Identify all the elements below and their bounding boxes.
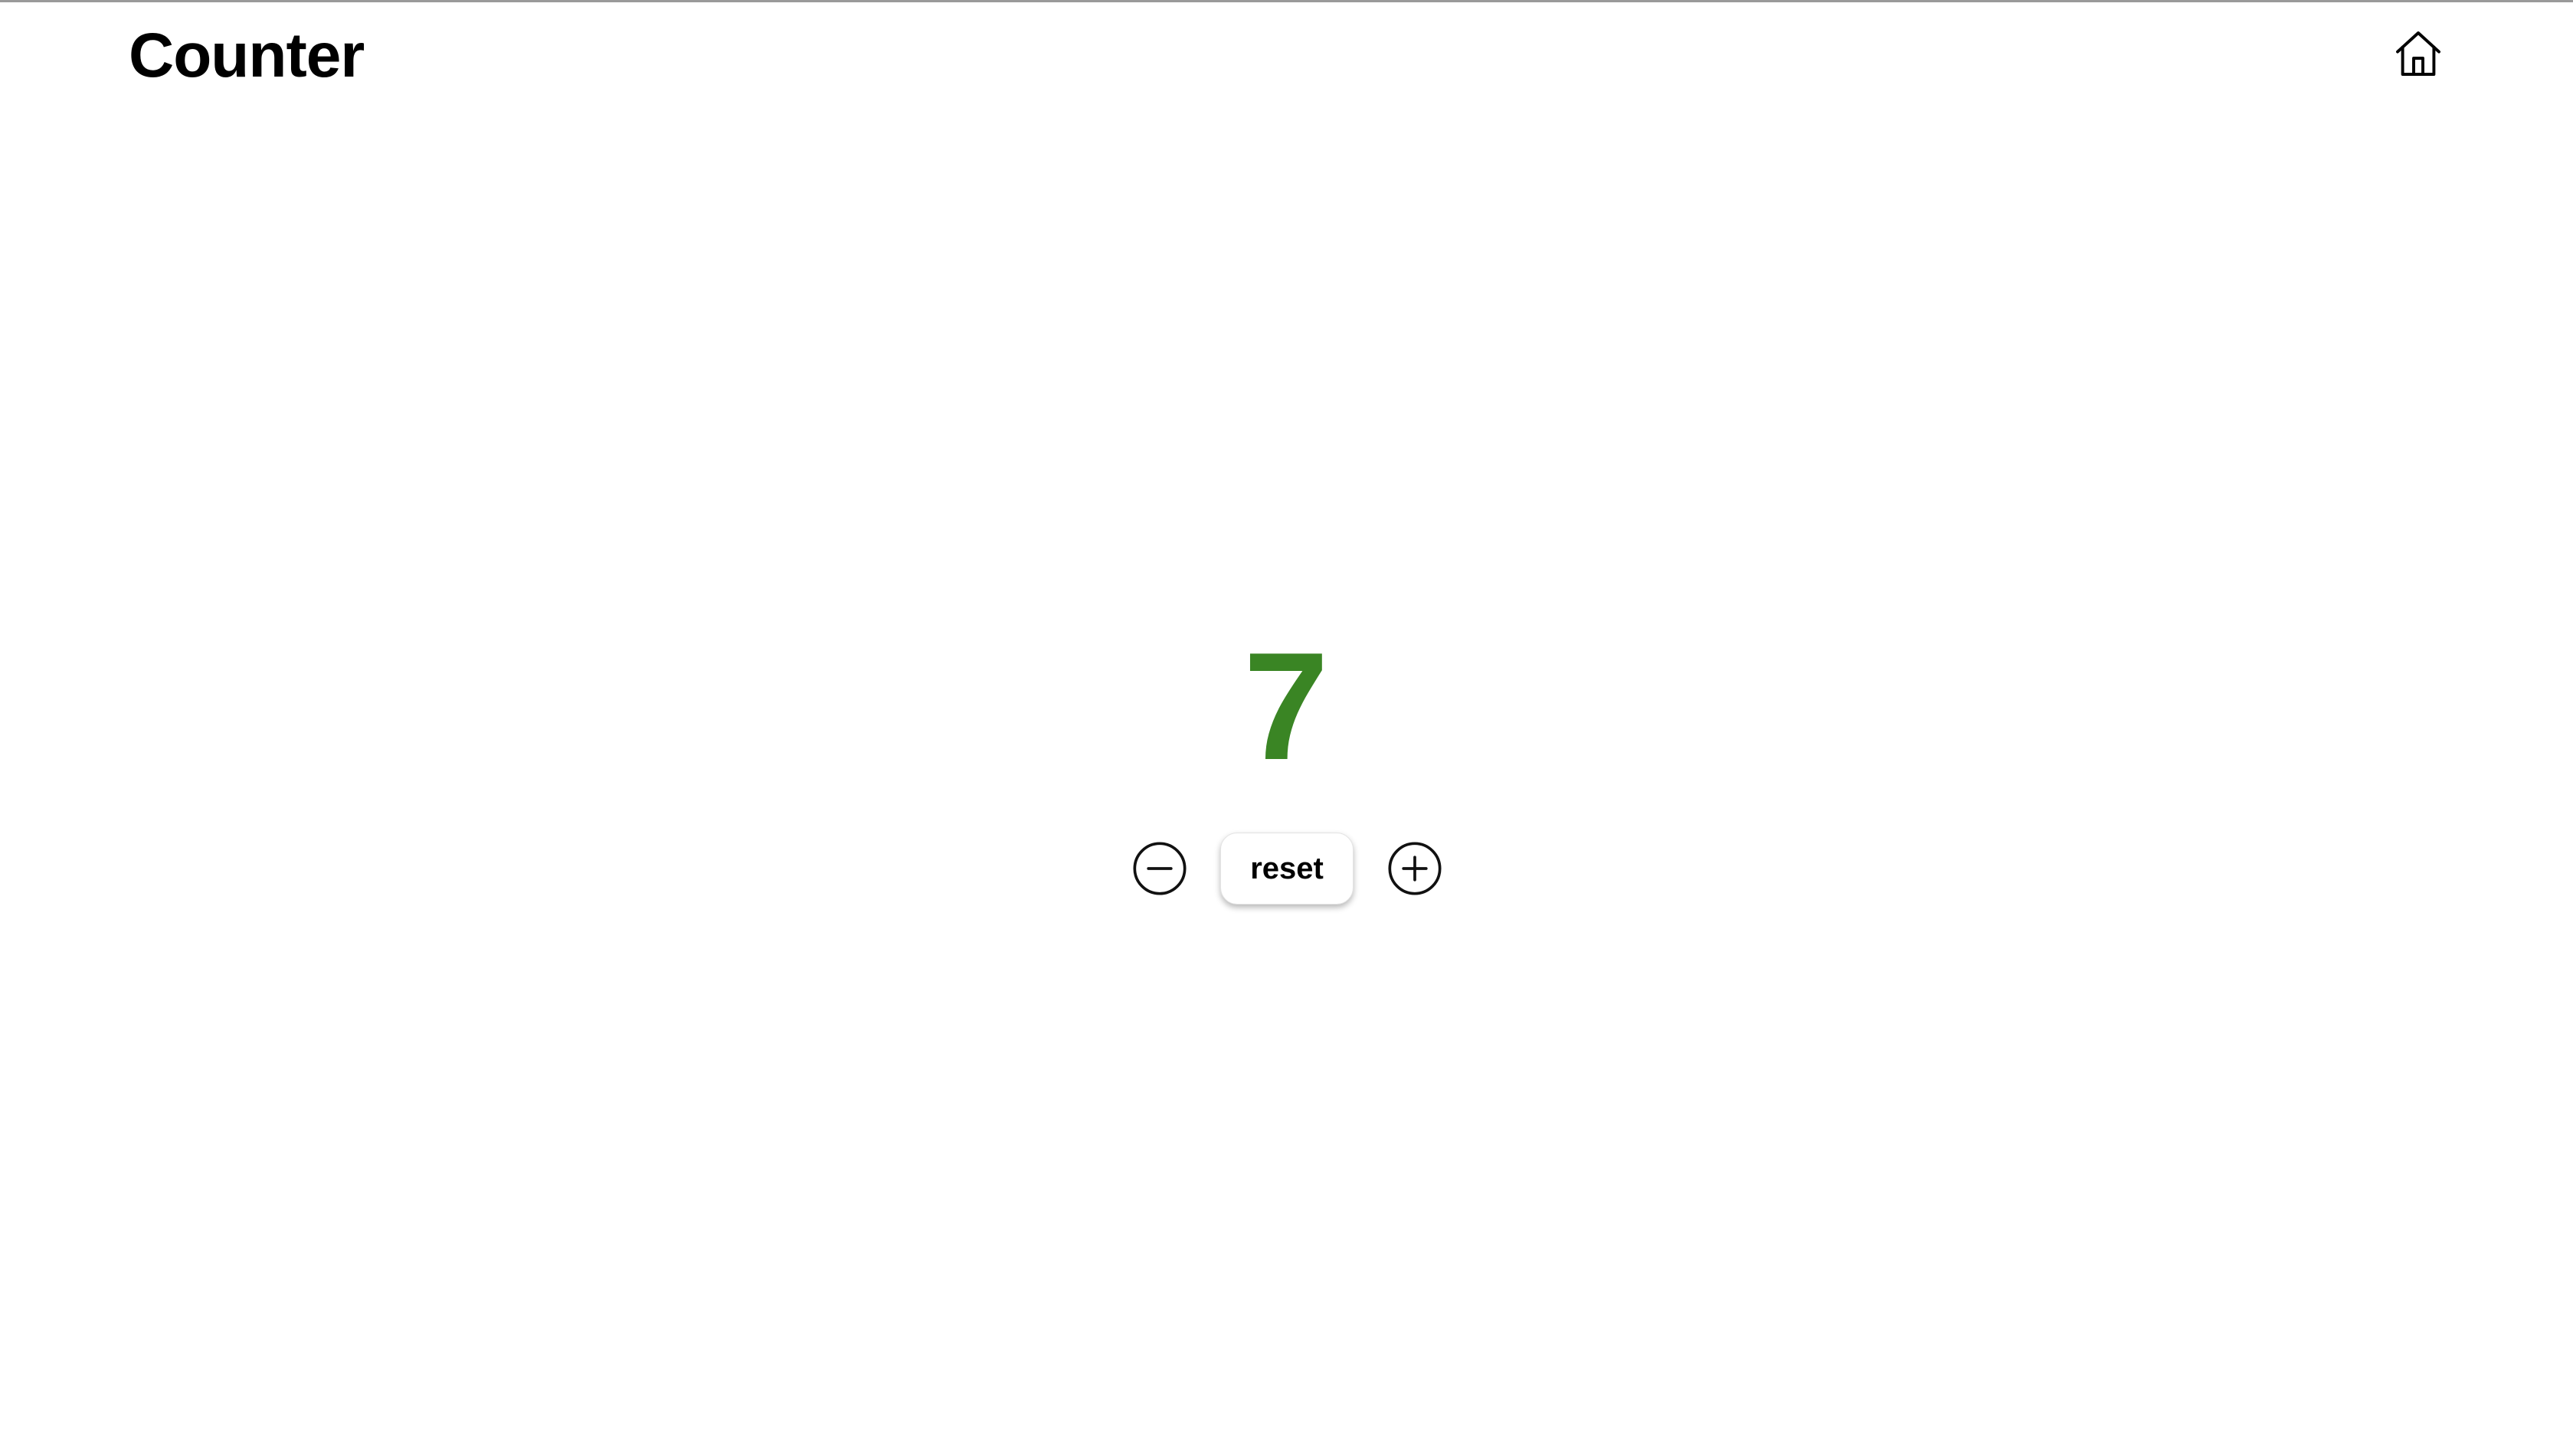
minus-circle-icon [1131, 840, 1188, 901]
counter-controls: reset [1129, 832, 1443, 908]
reset-button[interactable]: reset [1220, 833, 1354, 905]
increment-button[interactable] [1386, 840, 1443, 901]
decrement-button[interactable] [1131, 840, 1188, 901]
counter-value: 7 [1243, 621, 1329, 792]
page: Counter 7 reset [0, 0, 2573, 1456]
plus-circle-icon [1386, 840, 1443, 901]
counter-area: 7 reset [0, 2, 2573, 1456]
